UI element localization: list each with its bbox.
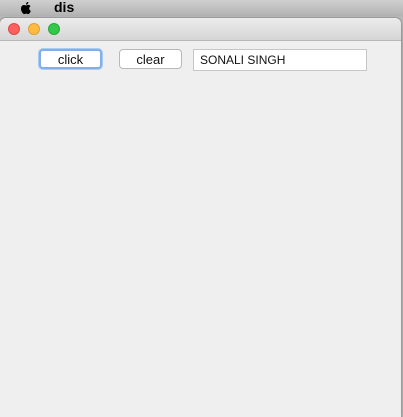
clear-button[interactable]: clear	[119, 49, 182, 69]
app-window: click clear	[0, 18, 401, 417]
app-name[interactable]: dis	[54, 0, 74, 15]
minimize-icon[interactable]	[28, 23, 40, 35]
title-bar[interactable]	[0, 18, 401, 41]
click-button[interactable]: click	[39, 49, 102, 69]
window-content: click clear	[0, 41, 401, 417]
maximize-icon[interactable]	[48, 23, 60, 35]
apple-icon[interactable]	[18, 0, 34, 16]
menu-bar: dis	[0, 0, 403, 16]
close-icon[interactable]	[8, 23, 20, 35]
name-text-field[interactable]	[193, 49, 367, 71]
